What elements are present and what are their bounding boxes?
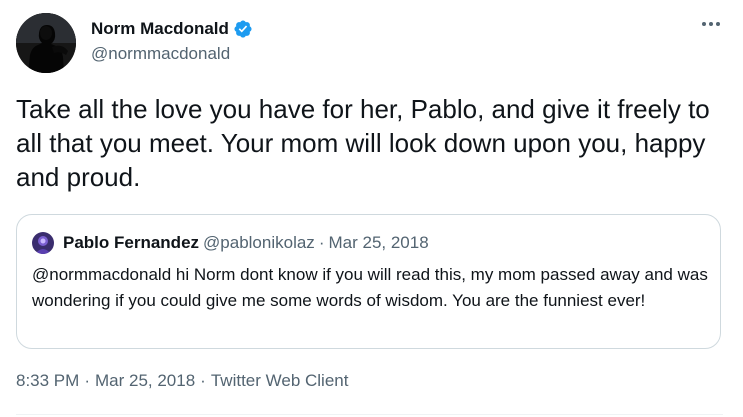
quoted-tweet-header: Pablo Fernandez @pablonikolaz · Mar 25, …: [32, 229, 429, 257]
quoted-author-name: Pablo Fernandez: [63, 233, 200, 252]
tweet-client[interactable]: Twitter Web Client: [211, 371, 349, 391]
quoted-author-handle: @pablonikolaz: [203, 233, 315, 252]
author-name-row: Norm Macdonald: [91, 17, 253, 41]
tweet-meta: 8:33 PM · Mar 25, 2018 · Twitter Web Cli…: [16, 371, 348, 391]
author-avatar[interactable]: [16, 13, 76, 73]
quoted-date: Mar 25, 2018: [328, 233, 429, 252]
verified-badge-icon: [233, 19, 253, 39]
more-options-icon[interactable]: [699, 12, 723, 36]
quoted-author-avatar: [32, 232, 54, 254]
meta-separator: ·: [84, 371, 90, 390]
meta-separator: ·: [200, 371, 206, 390]
tweet-text: Take all the love you have for her, Pabl…: [16, 94, 717, 192]
tweet-date[interactable]: Mar 25, 2018: [95, 371, 195, 391]
quoted-tweet-text: @normmacdonald hi Norm dont know if you …: [32, 265, 708, 310]
author-block: Norm Macdonald @normmacdonald: [91, 17, 253, 64]
quoted-tweet[interactable]: Pablo Fernandez @pablonikolaz · Mar 25, …: [16, 214, 721, 349]
author-handle[interactable]: @normmacdonald: [91, 44, 253, 64]
tweet: Norm Macdonald @normmacdonald Take all t…: [0, 0, 743, 417]
tweet-time[interactable]: 8:33 PM: [16, 371, 79, 391]
quoted-separator: ·: [318, 233, 325, 252]
author-name[interactable]: Norm Macdonald: [91, 19, 229, 39]
divider: [16, 414, 723, 415]
